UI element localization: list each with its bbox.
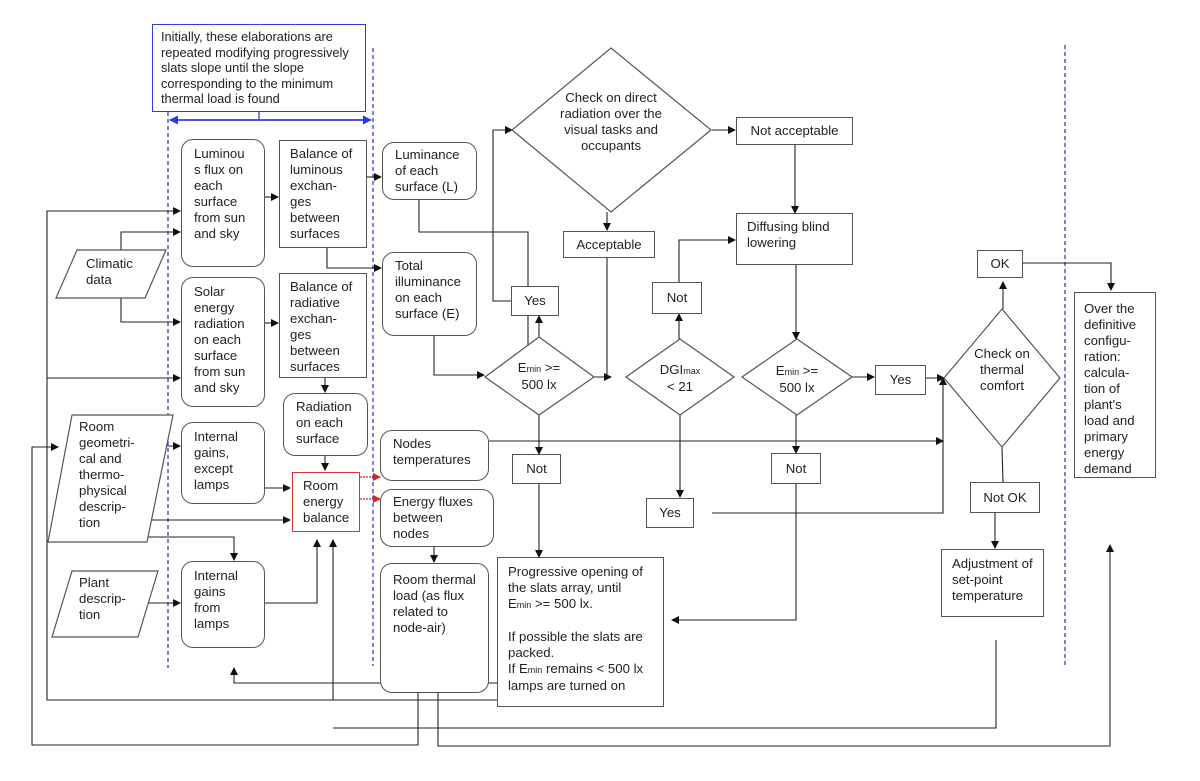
total-illuminance-node: Total illuminance on each surface (E) [382,252,477,336]
outcome-not-acceptable: Not acceptable [736,117,853,145]
room-thermal-load-node: Room thermal load (as flux related to no… [380,563,489,693]
decision-dgi-label: DGImax < 21 [659,362,701,394]
input-plant-description-label: Plant descrip-tion [79,575,126,622]
outcome-yes-emin-1: Yes [511,286,559,316]
decision-thermal-comfort-label: Check on thermal comfort [974,346,1030,393]
progressive-opening-node: Progressive opening of the slats array, … [497,557,664,707]
decision-emin-2-label: Emin >= 500 lx [775,363,819,395]
balance-radiative-node: Balance of radiative exchan-ges between … [279,273,367,378]
outcome-yes-emin-2: Yes [875,365,926,395]
outcome-not-emin-1: Not [512,454,561,484]
final-calculation-node: Over the definitive configu-ration: calc… [1074,292,1156,478]
luminous-flux-node: Luminou s flux on each surface from sun … [181,139,265,267]
luminance-node: Luminance of each surface (L) [382,142,477,200]
room-energy-balance-node[interactable]: Room energy balance [292,472,360,532]
input-room-description-label: Room geometri-cal and thermo-physical de… [79,419,135,530]
decision-direct-radiation-label: Check on direct radiation over the visua… [560,90,662,153]
internal-gains-lamps-node: Internal gains from lamps [181,561,265,648]
diffusing-blind-node: Diffusing blind lowering [736,213,853,265]
internal-gains-except-lamps-node: Internal gains, except lamps [181,422,265,504]
outcome-not-dgi: Not [652,282,702,314]
outcome-ok: OK [977,250,1023,278]
adjustment-setpoint-node: Adjustment of set-point temperature [941,549,1044,617]
iteration-note: Initially, these elaborations are repeat… [152,24,366,112]
outcome-acceptable: Acceptable [563,231,655,258]
nodes-temperatures-node: Nodes temperatures [380,430,489,481]
input-climatic-data-label: Climatic data [86,256,133,287]
energy-fluxes-node: Energy fluxes between nodes [380,489,494,547]
outcome-not-emin-2: Not [771,453,821,484]
solar-energy-node: Solar energy radiation on each surface f… [181,277,265,407]
outcome-yes-dgi: Yes [646,498,694,528]
balance-luminous-node: Balance of luminous exchan-ges between s… [279,140,367,248]
decision-emin-1-label: Emin >= 500 lx [517,360,561,392]
outcome-not-ok: Not OK [970,482,1040,513]
radiation-surface-node: Radiation on each surface [283,393,368,456]
